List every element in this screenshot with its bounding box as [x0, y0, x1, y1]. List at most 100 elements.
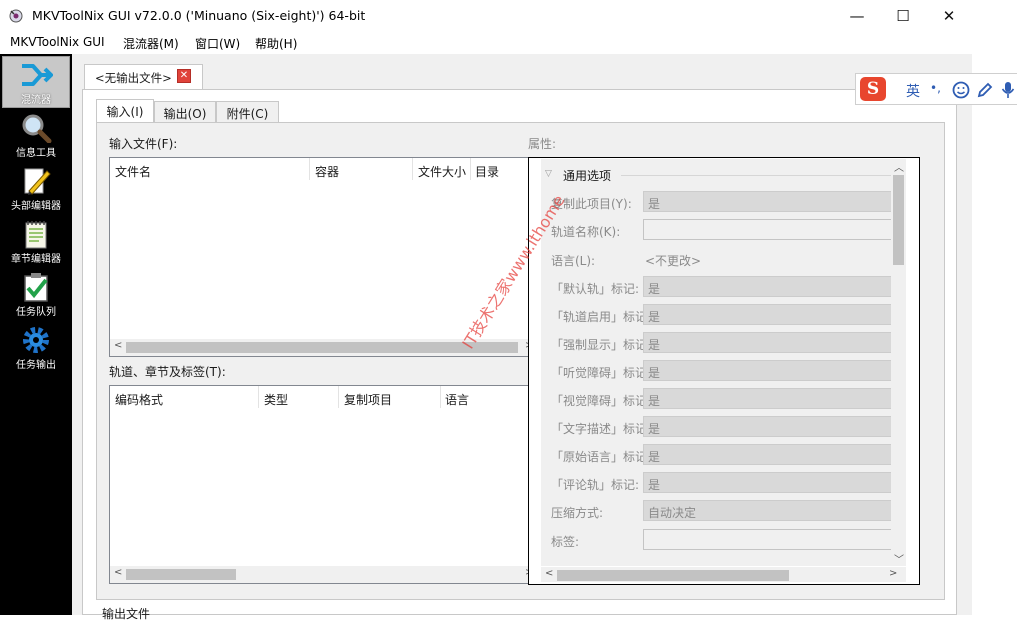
- sidebar-item-header-editor[interactable]: 头部编辑器: [2, 163, 70, 215]
- scroll-up-icon[interactable]: ︿: [894, 159, 904, 174]
- sidebar-item-job-queue[interactable]: 任务队列: [2, 269, 70, 321]
- tab-no-output-file[interactable]: <无输出文件> ✕: [84, 64, 203, 90]
- menu-muxer[interactable]: 混流器(M): [123, 35, 179, 52]
- microphone-icon[interactable]: [1000, 80, 1016, 100]
- group-divider: [621, 175, 901, 176]
- sidebar-item-label: 章节编辑器: [11, 254, 61, 265]
- properties-label: 属性:: [528, 137, 557, 151]
- checklist-icon: [24, 273, 48, 302]
- maximize-icon: ☐: [896, 7, 910, 25]
- track-name-input[interactable]: [643, 219, 903, 240]
- visual-impaired-select[interactable]: 是: [643, 388, 903, 409]
- properties-scroll-area: ▽ 通用选项 复制此项目(Y): 是 轨道名称(K): 语言(L): <不更改>…: [541, 159, 906, 566]
- sidebar: 混流器 信息工具 头部编辑器 章节编辑器 任务队列 任务输出: [0, 54, 72, 615]
- title-bar: MKVToolNix GUI v72.0.0 ('Minuano (Six-ei…: [0, 0, 972, 32]
- scroll-thumb[interactable]: [893, 175, 904, 265]
- sogou-logo-icon[interactable]: S: [860, 77, 886, 101]
- default-track-select[interactable]: 是: [643, 276, 903, 297]
- tab-label: <无输出文件>: [95, 71, 172, 85]
- scroll-thumb[interactable]: [126, 342, 518, 353]
- app-logo-icon: [9, 9, 23, 23]
- sidebar-item-muxer[interactable]: 混流器: [2, 56, 70, 108]
- prop-label-commentary: 「评论轨」标记:: [551, 478, 640, 492]
- menu-bar: MKVToolNix GUI 混流器(M) 窗口(W) 帮助(H): [0, 32, 972, 54]
- prop-label-track-enabled: 「轨道启用」标记:: [551, 310, 652, 324]
- prop-label-forced-display: 「强制显示」标记:: [551, 338, 652, 352]
- scroll-thumb[interactable]: [126, 569, 236, 580]
- sidebar-item-job-output[interactable]: 任务输出: [2, 322, 70, 374]
- commentary-select[interactable]: 是: [643, 472, 903, 493]
- tab-close-icon[interactable]: ✕: [177, 69, 191, 83]
- sidebar-item-label: 混流器: [21, 95, 51, 106]
- column-header-container[interactable]: 容器: [315, 163, 339, 180]
- column-divider: [470, 158, 471, 180]
- properties-panel: ▽ 通用选项 复制此项目(Y): 是 轨道名称(K): 语言(L): <不更改>…: [528, 157, 920, 585]
- scroll-left-icon[interactable]: <: [545, 568, 553, 579]
- sidebar-item-chapter-editor[interactable]: 章节编辑器: [2, 216, 70, 268]
- sidebar-item-info-tool[interactable]: 信息工具: [2, 110, 70, 162]
- output-file-group-label: 输出文件: [102, 607, 151, 621]
- input-files-label: 输入文件(F):: [109, 137, 178, 151]
- magnifier-icon: [22, 114, 52, 143]
- copy-item-select[interactable]: 是: [643, 191, 903, 212]
- prop-label-language: 语言(L):: [551, 254, 596, 268]
- column-divider: [309, 158, 310, 180]
- prop-label-original-language: 「原始语言」标记:: [551, 450, 652, 464]
- tab-attachments[interactable]: 附件(C): [216, 101, 279, 123]
- column-header-type[interactable]: 类型: [264, 391, 288, 408]
- minimize-icon: —: [849, 7, 865, 25]
- tracks-list[interactable]: 编码格式 类型 复制项目 语言 < >: [109, 385, 538, 584]
- column-divider: [440, 386, 441, 408]
- minimize-button[interactable]: —: [834, 0, 880, 32]
- tab-output[interactable]: 输出(O): [154, 101, 216, 123]
- track-enabled-select[interactable]: 是: [643, 304, 903, 325]
- compression-select[interactable]: 自动决定: [643, 500, 903, 521]
- column-header-filename[interactable]: 文件名: [115, 163, 151, 180]
- sidebar-item-label: 信息工具: [16, 148, 56, 159]
- menu-window[interactable]: 窗口(W): [195, 35, 240, 52]
- mux-arrow-icon: [22, 64, 53, 86]
- main-content: <无输出文件> ✕ 输入(I) 输出(O) 附件(C) 输入文件(F): 文件名…: [72, 54, 972, 621]
- pen-icon[interactable]: [976, 81, 994, 99]
- hearing-impaired-select[interactable]: 是: [643, 360, 903, 381]
- column-header-copy-item[interactable]: 复制项目: [344, 391, 392, 408]
- ime-toolbar: S 英 •,: [855, 73, 1017, 105]
- window-title: MKVToolNix GUI v72.0.0 ('Minuano (Six-ei…: [32, 8, 366, 23]
- column-divider: [258, 386, 259, 408]
- column-header-directory[interactable]: 目录: [475, 163, 499, 180]
- menu-mkvtoolnix[interactable]: MKVToolNix GUI: [10, 35, 105, 49]
- scroll-right-icon[interactable]: >: [889, 568, 897, 579]
- collapse-triangle-icon[interactable]: ▽: [545, 169, 552, 179]
- properties-vscrollbar[interactable]: ︿ ﹀: [891, 159, 906, 566]
- ime-punctuation-toggle[interactable]: •,: [930, 81, 941, 95]
- prop-label-text-description: 「文字描述」标记:: [551, 422, 652, 436]
- tags-input[interactable]: [643, 529, 903, 550]
- column-header-language[interactable]: 语言: [445, 391, 469, 408]
- group-title: 通用选项: [563, 169, 612, 183]
- emoji-icon[interactable]: [952, 81, 970, 99]
- tracks-hscrollbar[interactable]: < >: [110, 566, 537, 583]
- general-options-group: ▽ 通用选项: [541, 167, 906, 183]
- scroll-left-icon[interactable]: <: [114, 567, 122, 578]
- maximize-button[interactable]: ☐: [880, 0, 926, 32]
- scroll-thumb[interactable]: [557, 570, 789, 581]
- menu-help[interactable]: 帮助(H): [255, 35, 297, 52]
- language-value[interactable]: <不更改>: [645, 252, 701, 269]
- scroll-down-icon[interactable]: ﹀: [894, 551, 904, 566]
- input-tab-panel: 输入文件(F): 文件名 容器 文件大小 目录 < > 轨道、章节及标签(T):: [96, 122, 945, 600]
- prop-label-visual-impaired: 「视觉障碍」标记:: [551, 394, 652, 408]
- forced-display-select[interactable]: 是: [643, 332, 903, 353]
- tab-input[interactable]: 输入(I): [96, 99, 154, 123]
- close-button[interactable]: ✕: [926, 0, 972, 32]
- text-description-select[interactable]: 是: [643, 416, 903, 437]
- column-header-file-size[interactable]: 文件大小: [418, 163, 466, 180]
- properties-hscrollbar[interactable]: < >: [541, 567, 906, 582]
- muxer-panel: 输入(I) 输出(O) 附件(C) 输入文件(F): 文件名 容器 文件大小 目…: [82, 89, 957, 615]
- original-language-select[interactable]: 是: [643, 444, 903, 465]
- sidebar-item-label: 任务输出: [16, 360, 56, 371]
- column-header-codec[interactable]: 编码格式: [115, 391, 163, 408]
- prop-label-default-track: 「默认轨」标记:: [551, 282, 640, 296]
- scroll-left-icon[interactable]: <: [114, 340, 122, 351]
- ime-language-toggle[interactable]: 英: [906, 81, 920, 101]
- prop-label-compression: 压缩方式:: [551, 506, 604, 520]
